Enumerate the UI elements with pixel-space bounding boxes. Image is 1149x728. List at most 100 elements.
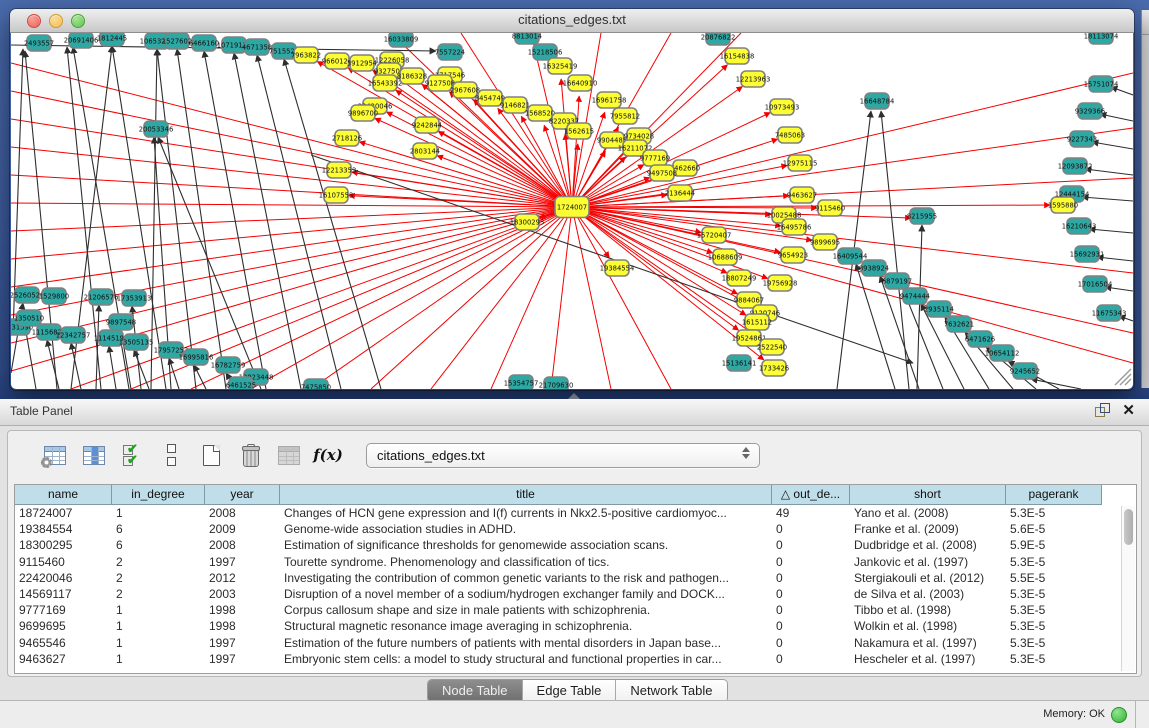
table-row[interactable]: 911546021997Tourette syndrome. Phenomeno… (15, 554, 1136, 570)
network-node[interactable]: 16782759 (211, 357, 246, 373)
network-node[interactable]: 1529800 (39, 288, 69, 304)
network-edge[interactable] (572, 205, 1050, 207)
table-cell[interactable]: 5.3E-5 (1006, 603, 1102, 617)
network-node[interactable]: 17353913 (117, 290, 152, 306)
network-node[interactable]: 9245652 (1010, 363, 1040, 379)
table-cell[interactable]: 1 (112, 506, 205, 520)
network-edge[interactable] (572, 207, 1133, 333)
table-cell[interactable]: 2 (112, 571, 205, 585)
table-cell[interactable]: Genome-wide association studies in ADHD. (280, 522, 772, 536)
network-edge[interactable] (431, 207, 572, 389)
network-node[interactable]: 10973493 (765, 99, 800, 115)
network-node[interactable]: 7955812 (610, 108, 640, 124)
network-edge[interactable] (251, 207, 572, 389)
network-node[interactable]: 16961758 (592, 92, 627, 108)
table-cell[interactable]: 5.3E-5 (1006, 636, 1102, 650)
column-header-in-degree[interactable]: in_degree (112, 485, 205, 505)
table-cell[interactable]: Estimation of the future numbers of pati… (280, 636, 772, 650)
table-cell[interactable]: Yano et al. (2008) (850, 506, 1006, 520)
table-cell[interactable]: 1 (112, 652, 205, 666)
network-node[interactable]: 9896700 (348, 105, 378, 121)
column-header-name[interactable]: name (15, 485, 112, 505)
network-node[interactable]: 20691406 (64, 33, 99, 48)
network-node[interactable]: 9899695 (810, 234, 840, 250)
scrollbar-thumb[interactable] (1124, 509, 1133, 545)
network-node[interactable]: 21206576 (84, 289, 119, 305)
network-node[interactable]: 18300295 (510, 214, 545, 230)
network-edge[interactable] (551, 207, 572, 389)
table-cell[interactable]: 2003 (205, 587, 280, 601)
network-node[interactable]: 7557224 (435, 44, 465, 60)
table-row[interactable]: 1456911722003Disruption of a novel membe… (15, 586, 1136, 602)
table-row[interactable]: 2242004622012Investigating the contribut… (15, 570, 1136, 586)
table-cell[interactable]: Hescheler et al. (1997) (850, 652, 1006, 666)
table-cell[interactable]: 5.3E-5 (1006, 652, 1102, 666)
network-edge[interactable] (375, 118, 572, 207)
table-cell[interactable]: 0 (772, 652, 850, 666)
table-cell[interactable]: 1997 (205, 652, 280, 666)
network-node[interactable]: 9897548 (106, 314, 136, 330)
table-cell[interactable]: Structural magnetic resonance image aver… (280, 619, 772, 633)
table-cell[interactable]: 49 (772, 506, 850, 520)
network-node[interactable]: 9654923 (778, 247, 808, 263)
network-node[interactable]: 8186328 (397, 68, 427, 84)
network-node[interactable]: 1562615 (564, 123, 594, 139)
table-row[interactable]: 946362711997Embryonic stem cells: a mode… (15, 651, 1136, 667)
table-row[interactable]: 1938455462009Genome-wide association stu… (15, 521, 1136, 537)
network-node[interactable]: 19756928 (763, 275, 798, 291)
table-cell[interactable]: 0 (772, 522, 850, 536)
column-header-short[interactable]: short (850, 485, 1006, 505)
table-cell[interactable]: Franke et al. (2009) (850, 522, 1006, 536)
network-edge[interactable] (1082, 197, 1133, 201)
close-window-button[interactable] (27, 14, 41, 28)
table-cell[interactable]: 1998 (205, 603, 280, 617)
column-header-title[interactable]: title (280, 485, 772, 505)
table-row[interactable]: 969969511998Structural magnetic resonanc… (15, 618, 1136, 634)
table-cell[interactable]: 1 (112, 603, 205, 617)
network-node[interactable]: 3912954 (347, 55, 377, 71)
network-node[interactable]: 6471626 (965, 331, 995, 347)
zoom-window-button[interactable] (71, 14, 85, 28)
network-node[interactable]: 1812445 (97, 33, 127, 46)
network-node[interactable]: 16640910 (563, 75, 598, 91)
table-cell[interactable]: 1 (112, 636, 205, 650)
network-edge[interactable] (134, 350, 149, 389)
network-edge[interactable] (572, 207, 1133, 363)
network-node[interactable]: 15136141 (722, 355, 757, 371)
table-selector-dropdown[interactable]: citations_edges.txt (366, 443, 760, 468)
select-column-icon[interactable] (81, 442, 107, 468)
network-node[interactable]: 7475850 (301, 379, 331, 389)
table-cell[interactable]: 5.5E-5 (1006, 571, 1102, 585)
table-cell[interactable]: Corpus callosum shape and size in male p… (280, 603, 772, 617)
table-cell[interactable]: Stergiakouli et al. (2012) (850, 571, 1006, 585)
table-cell[interactable]: 6 (112, 522, 205, 536)
network-node[interactable]: 9227343 (1067, 131, 1097, 147)
merge-rows-icon[interactable] (159, 442, 185, 468)
table-cell[interactable]: Investigating the contribution of common… (280, 571, 772, 585)
table-cell[interactable]: 6 (112, 538, 205, 552)
table-cell[interactable]: 0 (772, 571, 850, 585)
network-node[interactable]: 2803144 (410, 143, 440, 159)
table-cell[interactable]: 5.6E-5 (1006, 522, 1102, 536)
new-table-icon[interactable] (198, 442, 224, 468)
network-edge[interactable] (257, 55, 341, 389)
network-node[interactable]: 7963822 (291, 47, 321, 63)
network-node[interactable]: 1724007 (555, 197, 589, 218)
network-node[interactable]: 16325419 (543, 58, 578, 74)
table-cell[interactable]: 0 (772, 555, 850, 569)
network-node[interactable]: 9777169 (640, 150, 670, 166)
table-cell[interactable]: 1997 (205, 636, 280, 650)
network-node[interactable]: 15720407 (697, 227, 732, 243)
minimize-window-button[interactable] (49, 14, 63, 28)
table-cell[interactable]: 18300295 (15, 538, 112, 552)
table-cell[interactable]: Dudbridge et al. (2008) (850, 538, 1006, 552)
network-node[interactable]: 2136444 (665, 185, 695, 201)
network-node[interactable]: 7632621 (944, 316, 974, 332)
network-node[interactable]: 9497508 (647, 165, 677, 181)
network-node[interactable]: 1527602 (162, 33, 192, 49)
table-row[interactable]: 946554611997Estimation of the future num… (15, 635, 1136, 651)
delete-table-icon[interactable] (237, 442, 263, 468)
function-builder-icon[interactable]: f(x) (315, 442, 341, 468)
table-cell[interactable]: 1 (112, 619, 205, 633)
tab-edge-table[interactable]: Edge Table (523, 680, 617, 702)
